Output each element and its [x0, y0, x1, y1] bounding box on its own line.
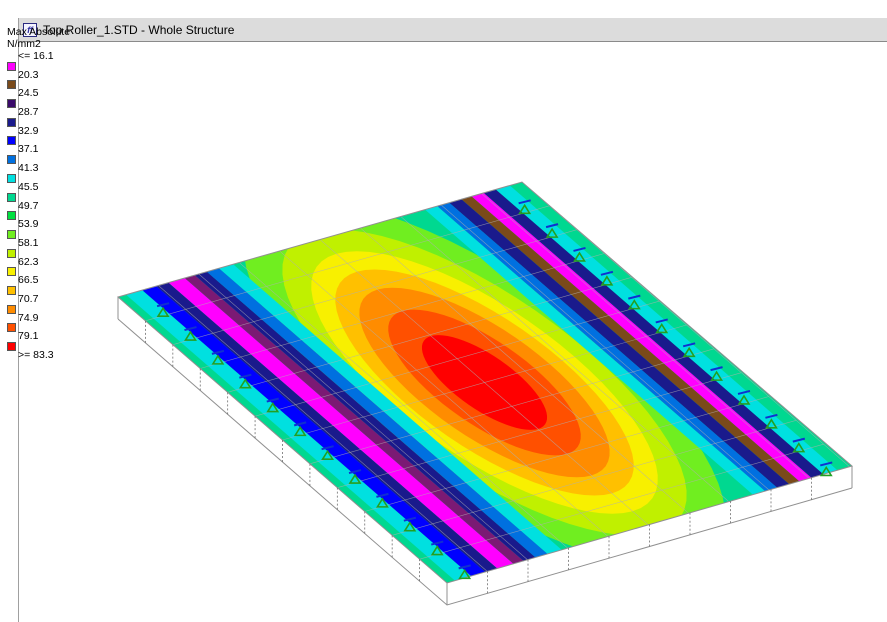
- legend-swatch: [7, 117, 16, 127]
- legend-swatch: [7, 285, 16, 295]
- legend-item: 28.7: [7, 99, 70, 125]
- stress-legend: Max Absolute N/mm2 <= 16.1 20.3 24.5 28.7 32…: [7, 26, 70, 368]
- legend-label: 62.3: [18, 255, 39, 268]
- legend-list: <= 16.1 20.3 24.5 28.7 32.9 37.1 41.3 45.5 49.7 5…: [7, 50, 70, 368]
- legend-label: 53.9: [18, 218, 39, 231]
- legend-swatch: [7, 99, 16, 109]
- legend-swatch: [7, 136, 16, 146]
- legend-label: 20.3: [18, 68, 39, 81]
- legend-swatch: [7, 61, 16, 71]
- legend-item: 49.7: [7, 192, 70, 219]
- legend-label: <= 16.1: [18, 50, 54, 62]
- legend-item: 58.1: [7, 229, 70, 256]
- legend-item: 37.1: [7, 136, 70, 162]
- legend-item: 70.7: [7, 285, 70, 312]
- legend-label: 58.1: [18, 236, 39, 249]
- legend-title: Max Absolute: [7, 26, 71, 38]
- legend-label: 79.1: [18, 330, 39, 343]
- legend-label: 49.7: [18, 199, 39, 212]
- legend-unit: N/mm2: [7, 38, 41, 50]
- legend-swatch: [7, 342, 16, 351]
- legend-swatch: [7, 229, 16, 239]
- legend-label: 66.5: [18, 274, 39, 287]
- legend-swatch: [7, 267, 16, 277]
- stress-contour-viewport[interactable]: [0, 0, 887, 622]
- legend-item: 79.1: [7, 323, 70, 349]
- legend-item: <= 16.1: [7, 50, 70, 69]
- legend-swatch: [7, 323, 16, 333]
- legend-label: 45.5: [18, 180, 39, 193]
- legend-item: 20.3: [7, 61, 70, 88]
- legend-swatch: [7, 192, 16, 202]
- legend-label: 74.9: [18, 311, 39, 324]
- legend-swatch: [7, 173, 16, 183]
- legend-label: >= 83.3: [18, 349, 54, 361]
- legend-label: 70.7: [18, 292, 39, 305]
- legend-swatch: [7, 155, 16, 165]
- legend-label: 24.5: [18, 87, 39, 100]
- legend-item: >= 83.3: [7, 342, 70, 368]
- legend-label: 41.3: [18, 162, 39, 175]
- legend-item: 24.5: [7, 80, 70, 106]
- legend-swatch: [7, 248, 16, 258]
- legend-item: 41.3: [7, 155, 70, 181]
- legend-item: 74.9: [7, 304, 70, 331]
- legend-swatch: [7, 304, 16, 314]
- legend-swatch: [7, 80, 16, 90]
- legend-item: 66.5: [7, 267, 70, 293]
- legend-label: 37.1: [18, 143, 39, 156]
- legend-item: 32.9: [7, 117, 70, 144]
- legend-item: 62.3: [7, 248, 70, 275]
- legend-swatch: [7, 211, 16, 221]
- legend-label: 32.9: [18, 124, 39, 137]
- legend-item: 53.9: [7, 211, 70, 237]
- legend-item: 45.5: [7, 173, 70, 200]
- legend-label: 28.7: [18, 106, 39, 119]
